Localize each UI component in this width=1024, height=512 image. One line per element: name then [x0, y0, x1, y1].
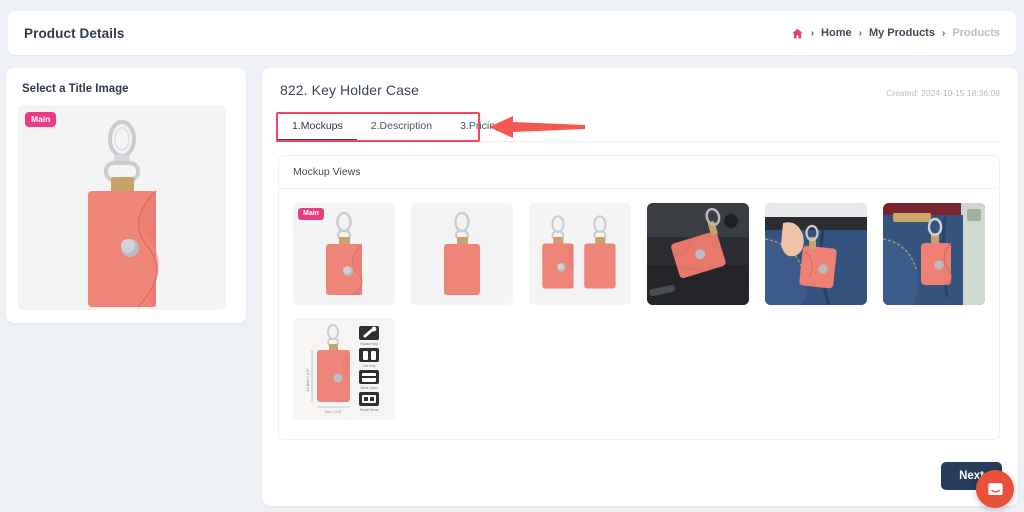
- mockup-thumbnail-spec-sheet[interactable]: 10.8cm / 4.2" 7cm / 2.8" House Key Car K…: [293, 318, 395, 420]
- breadcrumb-item-my-products[interactable]: My Products: [869, 27, 935, 39]
- svg-text:Car Key: Car Key: [363, 364, 376, 368]
- mockup-views-heading: Mockup Views: [279, 156, 999, 189]
- title-image-card: Select a Title Image Main: [6, 68, 246, 323]
- title-image-preview[interactable]: Main: [18, 105, 226, 310]
- sidebar-title: Select a Title Image: [22, 83, 129, 95]
- breadcrumb-separator: ›: [858, 27, 862, 39]
- breadcrumb: › Home › My Products › Products: [791, 27, 1000, 40]
- svg-text:Small Items: Small Items: [360, 408, 379, 412]
- breadcrumb-item-home[interactable]: Home: [821, 27, 852, 39]
- svg-text:House Key: House Key: [360, 342, 378, 346]
- svg-text:10.8cm / 4.2": 10.8cm / 4.2": [305, 368, 310, 392]
- key-holder-pair-icon: [529, 203, 631, 305]
- main-badge: Main: [25, 112, 57, 127]
- spec-icon-bank-card: Bank Card: [359, 370, 379, 390]
- key-holder-back-icon: [411, 203, 513, 305]
- belt-loop-photo: [883, 203, 985, 305]
- product-header: 822. Key Holder Case Created: 2024-10-15…: [262, 68, 1018, 98]
- created-timestamp: Created: 2024-10-15 18:36:08: [886, 88, 1000, 98]
- product-title: 822. Key Holder Case: [280, 82, 419, 98]
- mockup-thumbnail-pair[interactable]: [529, 203, 631, 305]
- mockup-thumbnail-front[interactable]: Main: [293, 203, 395, 305]
- svg-text:Bank Card: Bank Card: [361, 386, 378, 390]
- svg-text:7cm / 2.8": 7cm / 2.8": [324, 409, 342, 414]
- breadcrumb-item-products: Products: [952, 27, 1000, 39]
- app-root: Product Details › Home › My Products › P…: [0, 0, 1024, 512]
- chat-bubble-icon: [987, 482, 1003, 495]
- spec-icon-house-key: House Key: [359, 326, 379, 346]
- desk-flatlay-photo: [647, 203, 749, 305]
- mockup-thumbnail-belt-photo[interactable]: [883, 203, 985, 305]
- product-detail-card: 822. Key Holder Case Created: 2024-10-15…: [262, 68, 1018, 506]
- mockup-thumbnail-pocket-photo[interactable]: [765, 203, 867, 305]
- tab-mockups[interactable]: 1.Mockups: [278, 112, 357, 141]
- key-holder-illustration: [18, 105, 226, 310]
- mockup-views-panel: Mockup Views Main 10.8cm / 4.2" 7cm / 2.…: [278, 155, 1000, 440]
- mockup-thumbnail-desk-photo[interactable]: [647, 203, 749, 305]
- breadcrumb-separator: ›: [941, 27, 946, 39]
- spec-sheet-image: 10.8cm / 4.2" 7cm / 2.8" House Key Car K…: [293, 318, 395, 420]
- breadcrumb-separator: ›: [810, 27, 815, 39]
- chat-widget-button[interactable]: [976, 470, 1014, 508]
- top-bar: Product Details › Home › My Products › P…: [8, 11, 1016, 55]
- tab-description[interactable]: 2.Description: [357, 112, 446, 141]
- jeans-pocket-photo: [765, 203, 867, 305]
- main-badge: Main: [298, 208, 324, 220]
- tab-pricing[interactable]: 3.Pricing: [446, 112, 515, 141]
- mockup-thumbnail-grid: Main 10.8cm / 4.2" 7cm / 2.8" House Key …: [279, 189, 999, 420]
- home-icon[interactable]: [791, 27, 804, 40]
- mockup-thumbnail-back[interactable]: [411, 203, 513, 305]
- page-title: Product Details: [24, 25, 125, 41]
- spec-icon-small-items: Small Items: [359, 392, 379, 412]
- tab-strip: 1.Mockups 2.Description 3.Pricing: [278, 112, 1000, 142]
